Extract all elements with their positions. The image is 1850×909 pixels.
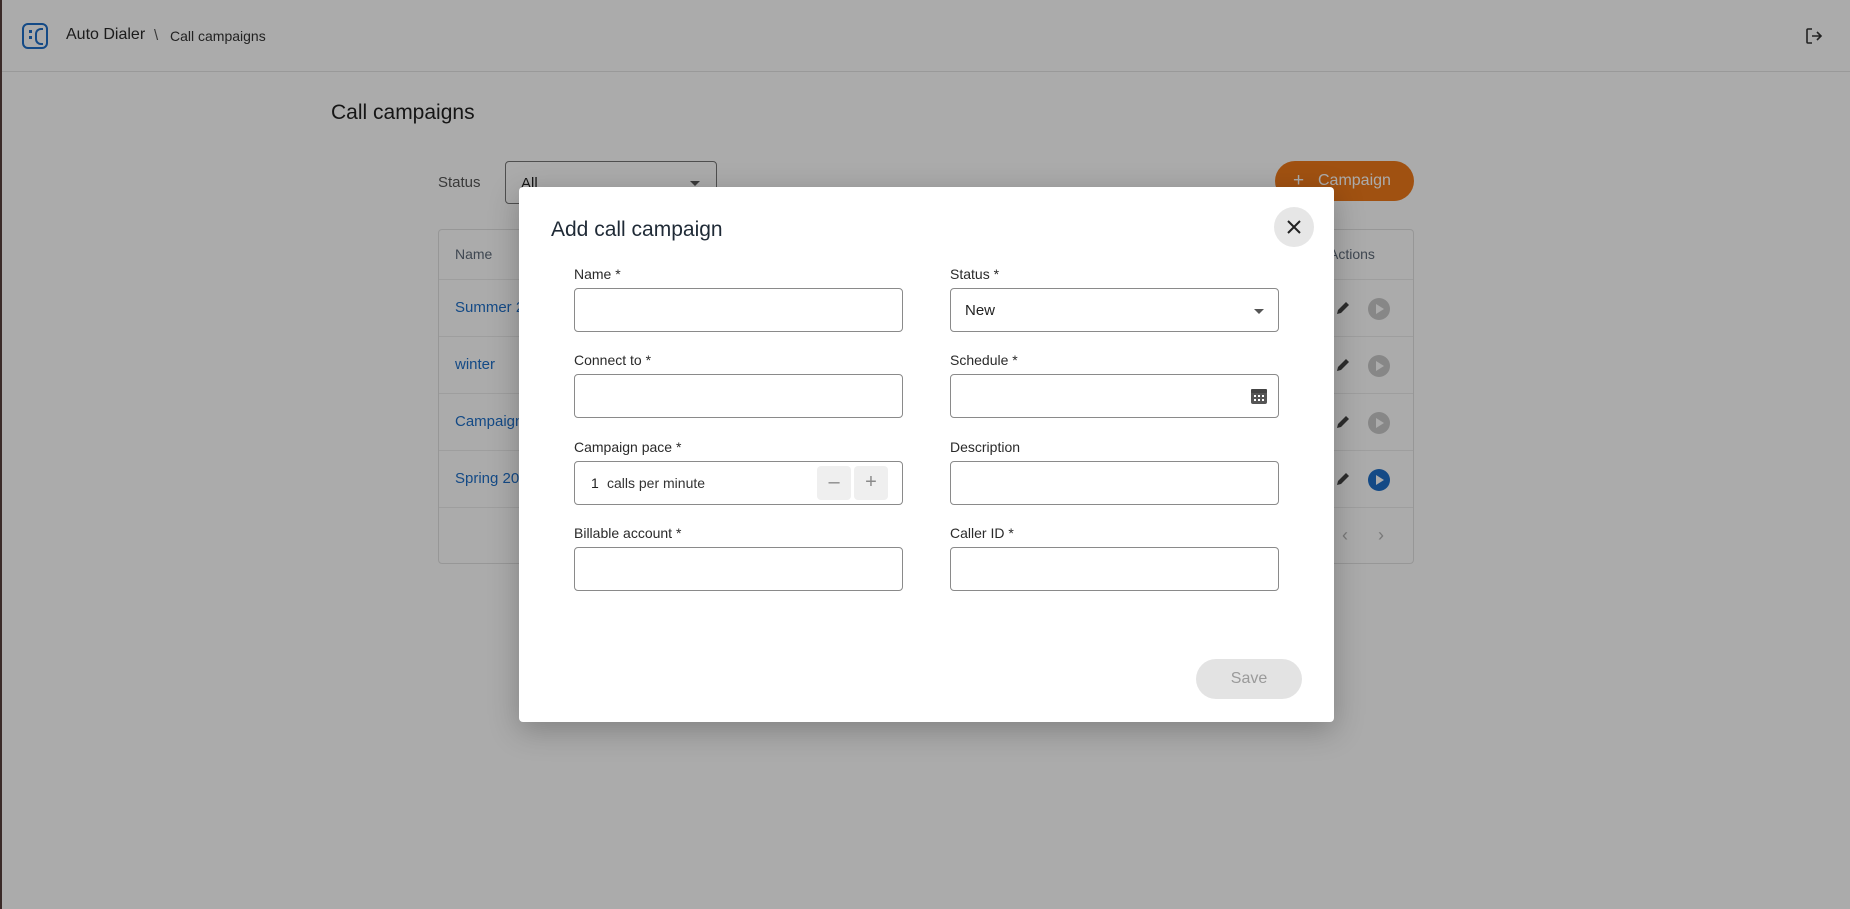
status-select[interactable]: New bbox=[950, 288, 1279, 332]
connect-to-input[interactable] bbox=[574, 374, 903, 418]
window-edge bbox=[0, 0, 2, 909]
billable-account-label: Billable account * bbox=[574, 525, 682, 541]
campaign-pace-unit: calls per minute bbox=[607, 475, 706, 491]
caller-id-input[interactable] bbox=[950, 547, 1279, 591]
close-button[interactable] bbox=[1274, 207, 1314, 247]
campaign-pace-label: Campaign pace * bbox=[574, 439, 682, 455]
campaign-pace-value[interactable]: 1 bbox=[591, 475, 599, 491]
dialog-title: Add call campaign bbox=[551, 218, 723, 241]
plus-icon[interactable]: + bbox=[854, 466, 888, 500]
minus-icon[interactable]: – bbox=[817, 466, 851, 500]
description-label: Description bbox=[950, 439, 1021, 455]
billable-account-input[interactable] bbox=[574, 547, 903, 591]
add-campaign-dialog: Add call campaign Name * Status * New Co… bbox=[519, 187, 1334, 722]
calendar-icon[interactable] bbox=[1250, 387, 1268, 405]
campaign-pace-stepper[interactable]: 1 calls per minute – + bbox=[574, 461, 903, 505]
save-button[interactable]: Save bbox=[1196, 659, 1302, 699]
schedule-label: Schedule * bbox=[950, 352, 1018, 368]
status-value: New bbox=[965, 302, 996, 319]
name-label: Name * bbox=[574, 266, 621, 282]
connect-to-label: Connect to * bbox=[574, 352, 652, 368]
chevron-down-icon bbox=[1254, 309, 1264, 314]
name-input[interactable] bbox=[574, 288, 903, 332]
status-label: Status * bbox=[950, 266, 1000, 282]
schedule-input[interactable] bbox=[950, 374, 1279, 418]
close-icon bbox=[1287, 220, 1301, 234]
description-input[interactable] bbox=[950, 461, 1279, 505]
caller-id-label: Caller ID * bbox=[950, 525, 1014, 541]
